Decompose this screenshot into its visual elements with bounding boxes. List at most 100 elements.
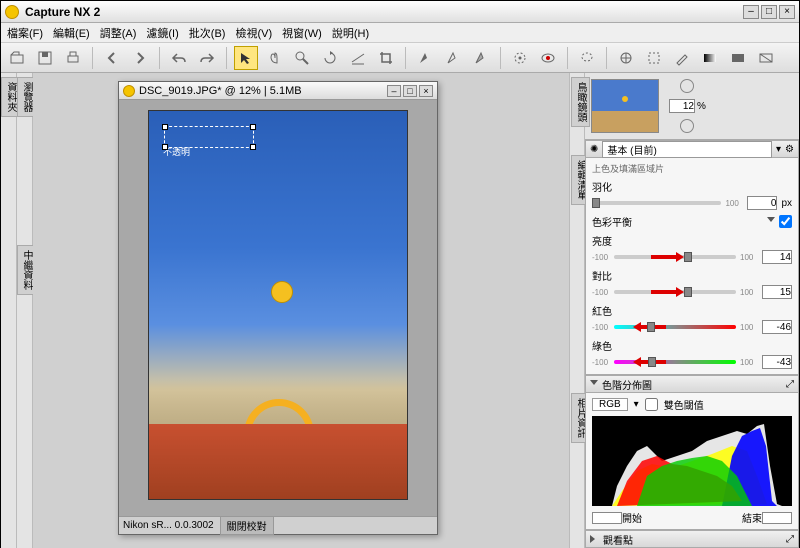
color-balance-header[interactable]: 色彩平衡 [592,214,792,229]
histogram-display[interactable] [592,416,792,506]
tool-white-point-icon[interactable] [441,46,465,70]
chevron-down-icon[interactable]: ▾ [776,144,781,155]
zoom-input[interactable] [669,99,695,113]
doc-minimize-button[interactable]: – [387,85,401,97]
menu-filter[interactable]: 濾鏡(I) [146,25,178,41]
double-threshold-checkbox[interactable] [645,398,658,411]
close-button[interactable]: × [779,5,795,19]
document-statusbar: Nikon sR... 0.0.3002 關閉校對 [119,516,437,534]
green-slider[interactable] [614,360,736,364]
tool-brush-icon[interactable] [670,46,694,70]
balloon-graphic [271,281,293,303]
navigator-panel: % [585,73,799,140]
chevron-down-icon[interactable]: ▾ [634,399,639,410]
chevron-down-icon[interactable] [767,217,775,226]
document-titlebar[interactable]: DSC_9019.JPG* @ 12% | 5.1MB – □ × [119,82,437,100]
workspace: 資料夾 瀏覽器 中繼資料 DSC_9019.JPG* @ 12% | 5.1MB… [1,73,799,548]
doc-maximize-button[interactable]: □ [403,85,417,97]
left-gutter-2: 瀏覽器 中繼資料 [17,73,33,548]
crowd-graphic [149,424,407,499]
tool-hand-icon[interactable] [262,46,286,70]
left-gutter: 資料夾 [1,73,17,548]
brightness-slider[interactable] [614,255,736,259]
tool-prev-icon[interactable] [100,46,124,70]
histogram-header[interactable]: 色階分佈圖 ⤢ [585,375,799,393]
navigator-thumbnail[interactable] [591,79,659,133]
hist-start-input[interactable] [592,512,622,524]
doc-icon [123,85,135,97]
tool-control-point-icon[interactable] [508,46,532,70]
arrow-left-icon [626,357,666,367]
document-window: DSC_9019.JPG* @ 12% | 5.1MB – □ × 不透明 [118,81,438,535]
minimize-button[interactable]: – [743,5,759,19]
channel-dropdown[interactable]: RGB [592,398,628,411]
watch-points-header[interactable]: 觀看點 ⤢ [585,530,799,548]
feather-slider[interactable] [592,201,721,205]
menu-file[interactable]: 檔案(F) [7,25,43,41]
tool-selection-control-icon[interactable] [614,46,638,70]
chevron-down-icon [590,380,598,389]
doc-close-button[interactable]: × [419,85,433,97]
zoom-in-icon[interactable] [680,79,694,93]
tool-straighten-icon[interactable] [346,46,370,70]
menu-batch[interactable]: 批次(B) [189,25,226,41]
handle-icon[interactable] [250,144,256,150]
titlebar: Capture NX 2 – □ × [1,1,799,23]
feather-input[interactable] [747,196,777,210]
tool-arrow-icon[interactable] [234,46,258,70]
sun-icon: ✺ [590,144,598,155]
gear-icon[interactable]: ⚙ [785,144,794,155]
tool-remove-icon[interactable] [754,46,778,70]
selection-box[interactable]: 不透明 [164,126,254,148]
tool-lasso-icon[interactable] [575,46,599,70]
canvas-area[interactable]: DSC_9019.JPG* @ 12% | 5.1MB – □ × 不透明 [33,73,569,548]
tool-red-eye-icon[interactable] [536,46,560,70]
zoom-unit: % [697,101,706,112]
right-panels: 鳥瞰鏡頭 編輯清單 相片資訊 % ✺ [569,73,799,548]
tool-crop-icon[interactable] [374,46,398,70]
tool-rotate-icon[interactable] [318,46,342,70]
green-input[interactable] [762,355,792,369]
tool-gradient-icon[interactable] [698,46,722,70]
expand-icon[interactable]: ⤢ [786,379,794,390]
brightness-input[interactable] [762,250,792,264]
tool-print-icon[interactable] [61,46,85,70]
tool-fill-icon[interactable] [726,46,750,70]
color-balance-checkbox[interactable] [779,215,792,228]
red-slider[interactable] [614,325,736,329]
handle-icon[interactable] [162,124,168,130]
contrast-input[interactable] [762,285,792,299]
handle-icon[interactable] [162,144,168,150]
tool-open-icon[interactable] [5,46,29,70]
right-gutter: 鳥瞰鏡頭 編輯清單 相片資訊 [569,73,585,548]
green-row: 綠色 -100 100 [592,338,792,369]
menu-help[interactable]: 說明(H) [332,25,369,41]
hist-end-input[interactable] [762,512,792,524]
document-title: DSC_9019.JPG* @ 12% | 5.1MB [139,85,302,97]
menu-window[interactable]: 視窗(W) [282,25,322,41]
maximize-button[interactable]: □ [761,5,777,19]
menu-edit[interactable]: 編輯(E) [53,25,90,41]
app-title: Capture NX 2 [25,5,741,19]
tool-neutral-point-icon[interactable] [469,46,493,70]
tool-zoom-icon[interactable] [290,46,314,70]
red-input[interactable] [762,320,792,334]
red-row: 紅色 -100 100 [592,303,792,334]
tool-save-icon[interactable] [33,46,57,70]
tool-marquee-icon[interactable] [642,46,666,70]
edit-dropdown[interactable]: 基本 (目前) [602,141,772,158]
proof-status[interactable]: 關閉校對 [220,516,274,535]
panel-stack: % ✺ 基本 (目前) ▾ ⚙ 上色及填滿區域片 羽化 1 [585,73,799,548]
menu-adjust[interactable]: 調整(A) [100,25,137,41]
menu-view[interactable]: 檢視(V) [235,25,272,41]
expand-icon[interactable]: ⤢ [786,534,794,545]
brightness-row: 亮度 -100 100 [592,233,792,264]
tool-black-point-icon[interactable] [413,46,437,70]
zoom-out-icon[interactable] [680,119,694,133]
handle-icon[interactable] [250,124,256,130]
tool-undo-icon[interactable] [167,46,191,70]
document-image[interactable]: 不透明 [148,110,408,500]
contrast-slider[interactable] [614,290,736,294]
tool-redo-icon[interactable] [195,46,219,70]
tool-next-icon[interactable] [128,46,152,70]
